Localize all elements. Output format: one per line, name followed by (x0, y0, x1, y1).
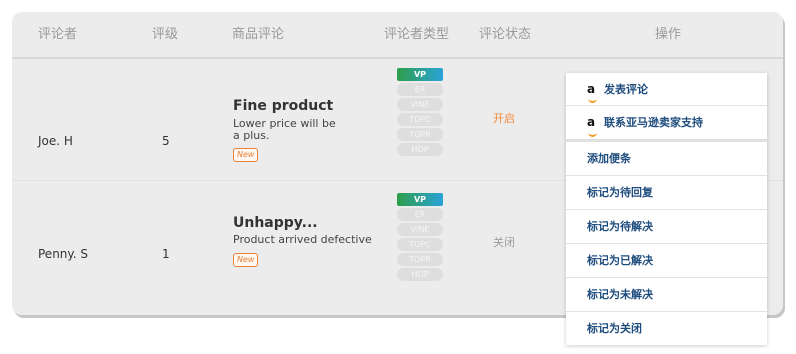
tag-topc: TOPC (397, 238, 443, 251)
reviewer-name: Penny. S (38, 247, 89, 261)
header-reviewer: 评论者 (38, 27, 78, 42)
tag-hop: HOP (397, 268, 443, 281)
menu-item-label: 添加便条 (587, 152, 631, 165)
reviewer-type-tags: VP ER VINE TOPC TOPR HOP (397, 193, 443, 283)
header-review: 商品评论 (232, 27, 285, 42)
menu-item-label: 标记为未解决 (587, 288, 653, 301)
review-body: Product arrived defective (233, 233, 372, 246)
reviewer-name: Joe. H (38, 134, 73, 148)
new-badge: New (233, 253, 259, 267)
menu-item-add-note[interactable]: 添加便条 (566, 142, 767, 176)
menu-item-label: 标记为已解决 (587, 254, 653, 267)
header-rating: 评级 (152, 27, 179, 42)
header-review-status: 评论状态 (479, 27, 532, 42)
amazon-icon: a (587, 106, 599, 139)
menu-item-mark-pending-reply[interactable]: 标记为待回复 (566, 176, 767, 210)
actions-menu: a 发表评论 a 联系亚马逊卖家支持 添加便条 标记为待回复 标记为待解决 标记为已… (566, 73, 767, 345)
menu-item-contact-seller-support[interactable]: a 联系亚马逊卖家支持 (566, 106, 767, 142)
menu-item-label: 联系亚马逊卖家支持 (604, 116, 703, 129)
tag-vp: VP (397, 68, 443, 81)
reviewer-type-tags: VP ER VINE TOPC TOPR HOP (397, 68, 443, 158)
tag-vine: VINE (397, 223, 443, 236)
tag-hop: HOP (397, 143, 443, 156)
header-reviewer-type: 评论者类型 (384, 27, 450, 42)
tag-topr: TOPR (397, 253, 443, 266)
tag-er: ER (397, 83, 443, 96)
tag-er: ER (397, 208, 443, 221)
tag-vine: VINE (397, 98, 443, 111)
rating-value: 1 (162, 247, 170, 261)
status-open: 开启 (493, 112, 515, 125)
menu-item-label: 标记为待回复 (587, 186, 653, 199)
new-badge: New (233, 148, 259, 162)
review-title: Fine product (233, 98, 334, 114)
rating-value: 5 (162, 134, 170, 148)
menu-item-mark-closed[interactable]: 标记为关闭 (566, 312, 767, 345)
review-body: Lower price will be a plus. (233, 117, 336, 142)
menu-item-label: 标记为关闭 (587, 322, 642, 335)
status-closed: 关闭 (493, 236, 515, 249)
menu-item-label: 标记为待解决 (587, 220, 653, 233)
menu-item-mark-unresolved[interactable]: 标记为未解决 (566, 278, 767, 312)
amazon-icon: a (587, 73, 599, 105)
tag-topc: TOPC (397, 113, 443, 126)
table-header: 评论者 评级 商品评论 评论者类型 评论状态 操作 (12, 12, 783, 59)
menu-item-post-review[interactable]: a 发表评论 (566, 73, 767, 106)
review-title: Unhappy... (233, 215, 318, 231)
menu-item-mark-resolved[interactable]: 标记为已解决 (566, 244, 767, 278)
header-actions: 操作 (655, 27, 682, 42)
menu-item-mark-pending-resolve[interactable]: 标记为待解决 (566, 210, 767, 244)
tag-vp: VP (397, 193, 443, 206)
tag-topr: TOPR (397, 128, 443, 141)
menu-item-label: 发表评论 (604, 83, 648, 96)
